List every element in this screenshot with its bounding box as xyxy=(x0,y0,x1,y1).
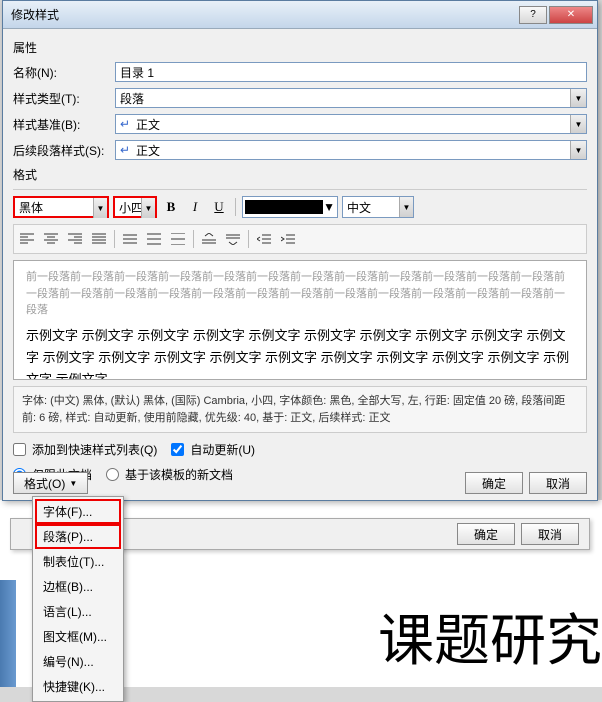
indent-decrease-icon[interactable] xyxy=(253,229,275,249)
chevron-down-icon: ▼ xyxy=(399,197,413,217)
menu-item-language[interactable]: 语言(L)... xyxy=(35,599,121,624)
space-before-up-icon[interactable] xyxy=(198,229,220,249)
paragraph-link-icon: ↵ xyxy=(120,143,134,157)
modify-style-dialog: 修改样式 ? ✕ 属性 名称(N): 样式类型(T): 段落 ▼ 样式基准(B)… xyxy=(2,0,598,501)
based-select[interactable]: ↵ 正文 ▼ xyxy=(115,114,587,134)
type-value: 段落 xyxy=(120,90,144,107)
format-menu-button[interactable]: 格式(O) ▼ xyxy=(13,472,88,494)
titlebar[interactable]: 修改样式 ? ✕ xyxy=(3,1,597,29)
preview-sample-text: 示例文字 示例文字 示例文字 示例文字 示例文字 示例文字 示例文字 示例文字 … xyxy=(26,325,574,381)
format-dropdown-menu: 字体(F)... 段落(P)... 制表位(T)... 边框(B)... 语言(… xyxy=(32,496,124,702)
document-heading: 课题研究 xyxy=(378,596,602,677)
font-size-select[interactable]: 小四 ▼ xyxy=(113,196,157,218)
menu-item-tabs[interactable]: 制表位(T)... xyxy=(35,549,121,574)
align-center-icon[interactable] xyxy=(40,229,62,249)
ok-button-bg[interactable]: 确定 xyxy=(457,523,515,545)
font-family-value: 黑体 xyxy=(19,199,43,216)
paragraph-link-icon: ↵ xyxy=(120,117,134,131)
auto-update-label: 自动更新(U) xyxy=(190,441,255,458)
name-field[interactable] xyxy=(115,62,587,82)
dialog-title: 修改样式 xyxy=(7,6,519,23)
format-menu-label: 格式(O) xyxy=(24,475,65,492)
language-value: 中文 xyxy=(347,199,371,216)
font-color-select[interactable]: ▼ xyxy=(242,196,338,218)
indent-increase-icon[interactable] xyxy=(277,229,299,249)
chevron-down-icon: ▼ xyxy=(570,89,586,107)
cancel-button-bg[interactable]: 取消 xyxy=(521,523,579,545)
format-group-label: 格式 xyxy=(13,166,587,183)
menu-item-numbering[interactable]: 编号(N)... xyxy=(35,649,121,674)
chevron-down-icon: ▼ xyxy=(570,115,586,133)
ok-button[interactable]: 确定 xyxy=(465,472,523,494)
ruler-bar xyxy=(0,580,16,687)
space-before-down-icon[interactable] xyxy=(222,229,244,249)
name-label: 名称(N): xyxy=(13,64,115,81)
align-right-icon[interactable] xyxy=(64,229,86,249)
italic-button[interactable]: I xyxy=(185,197,205,217)
follow-value: 正文 xyxy=(136,142,160,159)
chevron-down-icon: ▼ xyxy=(93,198,107,218)
chevron-down-icon: ▼ xyxy=(323,200,335,214)
chevron-down-icon: ▼ xyxy=(570,141,586,159)
follow-label: 后续段落样式(S): xyxy=(13,142,115,159)
style-description: 字体: (中文) 黑体, (默认) 黑体, (国际) Cambria, 小四, … xyxy=(13,386,587,433)
underline-button[interactable]: U xyxy=(209,197,229,217)
menu-item-border[interactable]: 边框(B)... xyxy=(35,574,121,599)
line-spacing-2-icon[interactable] xyxy=(167,229,189,249)
language-select[interactable]: 中文 ▼ xyxy=(342,196,414,218)
bold-button[interactable]: B xyxy=(161,197,181,217)
cancel-button[interactable]: 取消 xyxy=(529,472,587,494)
menu-item-font[interactable]: 字体(F)... xyxy=(35,499,121,524)
chevron-down-icon: ▼ xyxy=(141,198,155,218)
auto-update-checkbox[interactable] xyxy=(171,443,184,456)
menu-item-paragraph[interactable]: 段落(P)... xyxy=(35,524,121,549)
close-button[interactable]: ✕ xyxy=(549,6,593,24)
preview-context-text: 前一段落前一段落前一段落前一段落前一段落前一段落前一段落前一段落前一段落前一段落… xyxy=(26,269,574,319)
chevron-down-icon: ▼ xyxy=(69,479,77,488)
paragraph-toolbar xyxy=(13,224,587,254)
type-select[interactable]: 段落 ▼ xyxy=(115,88,587,108)
preview-pane: 前一段落前一段落前一段落前一段落前一段落前一段落前一段落前一段落前一段落前一段落… xyxy=(13,260,587,380)
add-quick-label: 添加到快速样式列表(Q) xyxy=(32,441,157,458)
add-quick-checkbox[interactable] xyxy=(13,443,26,456)
line-spacing-1-icon[interactable] xyxy=(119,229,141,249)
menu-item-frame[interactable]: 图文框(M)... xyxy=(35,624,121,649)
line-spacing-15-icon[interactable] xyxy=(143,229,165,249)
follow-select[interactable]: ↵ 正文 ▼ xyxy=(115,140,587,160)
font-family-select[interactable]: 黑体 ▼ xyxy=(13,196,109,218)
based-value: 正文 xyxy=(136,116,160,133)
properties-group-label: 属性 xyxy=(13,39,587,56)
help-button[interactable]: ? xyxy=(519,6,547,24)
align-justify-icon[interactable] xyxy=(88,229,110,249)
font-size-value: 小四 xyxy=(119,199,143,216)
based-label: 样式基准(B): xyxy=(13,116,115,133)
align-left-icon[interactable] xyxy=(16,229,38,249)
color-swatch xyxy=(245,200,323,214)
type-label: 样式类型(T): xyxy=(13,90,115,107)
